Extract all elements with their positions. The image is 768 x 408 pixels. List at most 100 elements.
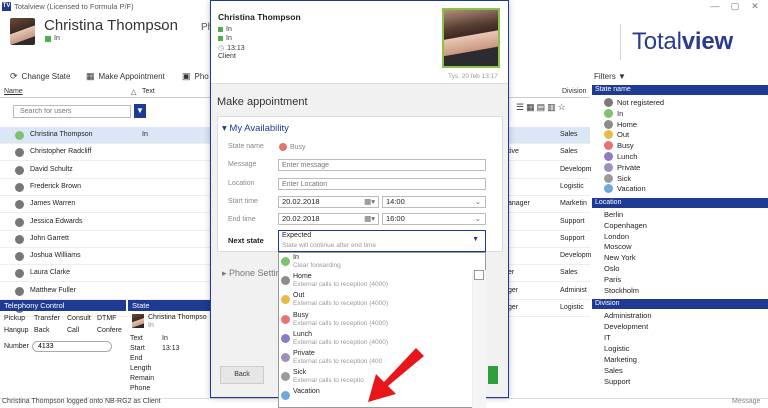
state-dot-icon	[604, 162, 613, 172]
option-subtitle: External calls to receptio	[293, 377, 364, 385]
state-filter-item[interactable]: In	[604, 108, 624, 118]
dialog-user-photo	[442, 8, 500, 68]
search-input[interactable]	[14, 106, 130, 117]
change-state-button[interactable]: ⟳ Change State	[10, 71, 70, 82]
next-state-option[interactable]: Lunch External calls to reception (4000)	[281, 331, 471, 349]
location-filter-item[interactable]: Paris	[604, 275, 621, 284]
row-division: Support	[560, 217, 585, 225]
division-filter-item[interactable]: Development	[604, 322, 648, 331]
avatar-small	[132, 314, 144, 328]
state-field-key: Start	[130, 345, 145, 352]
state-filter-label: In	[617, 108, 624, 118]
view-mode-icons[interactable]: ☰▦▤▥☆	[516, 102, 568, 113]
state-filter-item[interactable]: Sick	[604, 173, 631, 183]
avatar[interactable]	[10, 18, 35, 45]
start-time-select[interactable]: 14:00 ⌄	[382, 196, 486, 208]
next-state-option[interactable]: Out External calls to reception (4000)	[281, 292, 471, 310]
make-appointment-button[interactable]: ▦ Make Appointment	[86, 71, 165, 82]
maximize-button[interactable]: ▢	[728, 1, 742, 12]
start-date-picker[interactable]: 20.02.2018 ▦▾	[278, 196, 379, 208]
brand-bold: view	[681, 28, 733, 55]
next-state-option[interactable]: Home External calls to reception (4000)	[281, 273, 471, 291]
dialog-line-2-text: In	[226, 35, 232, 42]
row-col2: ger	[508, 304, 519, 311]
window-title: Totalview (Licensed to Formula P/F)	[14, 2, 134, 11]
next-state-select[interactable]: Expected State will continue after end t…	[278, 230, 486, 252]
state-filter-item[interactable]: Private	[604, 162, 640, 172]
phone-settings-toggle[interactable]: ▸ Phone Settin	[222, 268, 281, 279]
start-time-value: 14:00	[386, 197, 405, 206]
col-text-header[interactable]: Text	[142, 88, 155, 95]
chevron-down-icon[interactable]: ⌄	[158, 22, 165, 31]
division-filter-item[interactable]: Support	[604, 377, 630, 386]
status-dot-icon	[15, 131, 24, 140]
message-button[interactable]: Message	[732, 398, 760, 405]
number-input[interactable]	[32, 341, 112, 352]
state-filter-label: Lunch	[617, 152, 638, 161]
location-filter-item[interactable]: Moscow	[604, 242, 632, 251]
next-state-value: Expected	[282, 232, 312, 239]
next-state-option[interactable]: In Clear forwarding	[281, 254, 471, 272]
conference-button[interactable]: Confere	[97, 327, 122, 334]
state-filter-item[interactable]: Busy	[604, 141, 634, 151]
division-filter-item[interactable]: Administration	[604, 311, 652, 320]
division-filter-item[interactable]: Sales	[604, 366, 623, 375]
state-filter-item[interactable]: Lunch	[604, 152, 637, 161]
state-filter-item[interactable]: Vacation	[604, 184, 646, 194]
division-filter-item[interactable]: IT	[604, 333, 611, 342]
phone-settings-label: Phone Settin	[229, 268, 281, 278]
location-filter-item[interactable]: Copenhagen	[604, 221, 647, 230]
dtmf-button[interactable]: DTMF	[97, 315, 116, 322]
division-filter-item[interactable]: Logistic	[604, 344, 629, 353]
state-filter-item[interactable]: Not registered	[604, 98, 664, 107]
state-name-label: State name	[228, 143, 264, 150]
consult-button[interactable]: Consult	[67, 315, 91, 322]
dialog-title: Make appointment	[217, 96, 308, 108]
state-field-key: Remain	[130, 375, 155, 382]
location-filter-item[interactable]: New York	[604, 253, 636, 262]
col-division-header[interactable]: Division	[562, 88, 587, 95]
search-box[interactable]	[13, 105, 131, 118]
availability-toggle[interactable]: ▾ My Availability	[222, 123, 289, 134]
calendar-dropdown-icon: ▦▾	[364, 214, 375, 223]
hangup-button[interactable]: Hangup	[4, 327, 29, 334]
state-dot-icon	[281, 276, 290, 286]
location-filter-item[interactable]: London	[604, 232, 629, 241]
phone-button[interactable]: ▣ Pho	[182, 71, 209, 82]
filters-toggle[interactable]: Filters ▼	[594, 72, 626, 81]
close-button[interactable]: ✕	[748, 1, 762, 12]
location-filter-item[interactable]: Berlin	[604, 210, 623, 219]
dropdown-scrollbar[interactable]	[472, 270, 486, 408]
back-button[interactable]: Back	[220, 366, 264, 384]
location-input[interactable]	[278, 178, 486, 190]
brand-logo: Totalview	[632, 28, 733, 56]
dialog-line-1-text: In	[226, 26, 232, 33]
row-name: Jessica Edwards	[30, 217, 83, 225]
end-date-picker[interactable]: 20.02.2018 ▦▾	[278, 213, 379, 225]
status-dot-icon	[15, 217, 24, 227]
state-filter-item[interactable]: Home	[604, 119, 638, 129]
minimize-button[interactable]: —	[708, 1, 722, 11]
transfer-button[interactable]: Transfer	[34, 315, 60, 322]
row-col2: anager	[508, 200, 530, 208]
state-filter-label: Home	[617, 119, 638, 129]
filter-icon[interactable]: ▼	[134, 104, 146, 118]
division-filter-item[interactable]: Marketing	[604, 355, 637, 364]
dropdown-scroll-thumb[interactable]	[474, 270, 484, 280]
location-filter-item[interactable]: Stockholm	[604, 286, 639, 295]
option-title: Home	[293, 273, 312, 281]
pickup-button[interactable]: Pickup	[4, 315, 25, 322]
col-name-header[interactable]: Name	[4, 88, 23, 95]
option-title: Sick	[293, 369, 307, 377]
call-button[interactable]: Call	[67, 327, 79, 334]
confirm-button[interactable]	[488, 366, 498, 384]
location-filter-item[interactable]: Oslo	[604, 264, 619, 273]
change-state-label: Change State	[21, 72, 71, 81]
end-time-select[interactable]: 16:00 ⌄	[382, 213, 486, 225]
back-call-button[interactable]: Back	[34, 327, 50, 334]
sort-indicator-icon[interactable]: △	[131, 88, 136, 96]
message-input[interactable]	[278, 159, 486, 171]
number-label: Number	[4, 343, 29, 350]
state-filter-item[interactable]: Out	[604, 130, 629, 140]
next-state-option[interactable]: Busy External calls to reception (4000)	[281, 312, 471, 330]
